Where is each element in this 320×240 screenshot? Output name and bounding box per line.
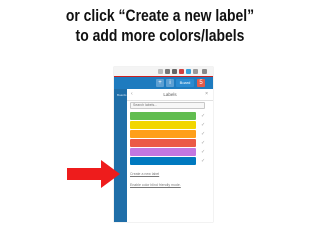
arrow-shape [67,160,120,188]
red-arrow-annotation [67,160,120,188]
